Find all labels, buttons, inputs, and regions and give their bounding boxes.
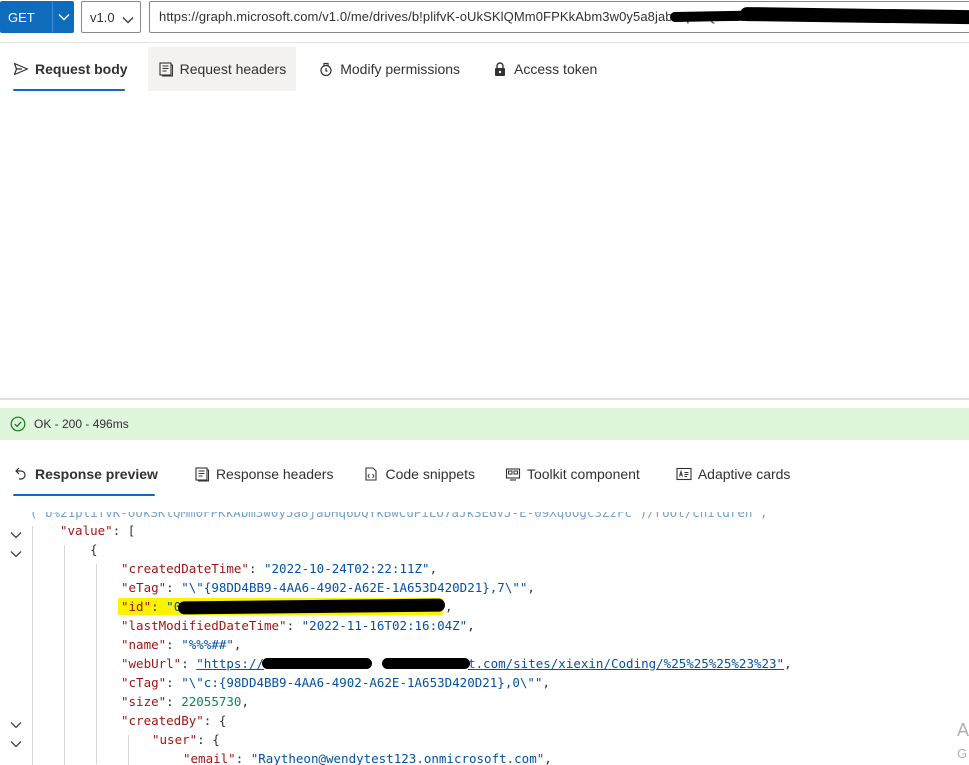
response-status-bar: OK - 200 - 496ms [0, 408, 969, 440]
http-method-dropdown[interactable]: GET [0, 1, 74, 33]
json-line: "name": "%%%##", [121, 637, 242, 652]
json-key: "size" [121, 694, 167, 709]
tab-code-snippets[interactable]: Code snippets [353, 452, 485, 496]
request-body-editor[interactable] [0, 96, 969, 398]
json-line: "webUrl": "https:// t.com/sites/xiexin/C… [121, 656, 792, 671]
adaptive-card-icon [676, 466, 692, 482]
json-key: "value" [60, 523, 113, 538]
json-string: "2022-11-16T02:16:04Z" [301, 618, 468, 633]
json-line: { [0, 540, 969, 559]
json-key: "webUrl" [121, 656, 182, 671]
json-line: "size": 22055730, [121, 694, 249, 709]
json-key: "createdDateTime" [121, 561, 249, 576]
json-string: "\"{98DD4BB9-4AA6-4902-A62E-1A653D420D21… [181, 580, 528, 595]
json-line: "cTag": "\"c:{98DD4BB9-4AA6-4902-A62E-1A… [121, 675, 550, 690]
json-key: "createdBy" [121, 713, 204, 728]
json-string: "Raytheon@wendytest123.onmicrosoft.com" [250, 751, 545, 765]
undo-arrow-icon [13, 466, 29, 482]
tab-label: Modify permissions [340, 61, 461, 77]
overlay-letter: A [957, 720, 969, 740]
redaction-mark [262, 658, 372, 669]
json-link[interactable]: "https:// [196, 656, 264, 671]
tab-label: Toolkit component [526, 466, 640, 482]
chevron-down-icon [122, 12, 134, 27]
http-method-label: GET [8, 9, 35, 25]
divider [0, 42, 969, 43]
tab-label: Code snippets [385, 466, 475, 482]
tab-label: Request body [35, 61, 128, 77]
chevron-down-icon [53, 13, 74, 21]
code-snippet-icon [363, 466, 379, 482]
tab-adaptive-cards[interactable]: Adaptive cards [666, 452, 801, 496]
json-line: "lastModifiedDateTime": "2022-11-16T02:1… [121, 618, 475, 633]
redaction-mark [382, 658, 470, 669]
json-line: "createdBy": { [0, 711, 969, 730]
api-version-label: v1.0 [90, 9, 115, 25]
tab-response-preview[interactable]: Response preview [0, 452, 168, 496]
json-line: "eTag": "\"{98DD4BB9-4AA6-4902-A62E-1A65… [121, 580, 535, 595]
json-key: "lastModifiedDateTime" [121, 618, 287, 633]
tab-access-token[interactable]: Access token [482, 47, 607, 91]
tab-toolkit-component[interactable]: Toolkit component [495, 452, 650, 496]
send-icon [13, 61, 29, 77]
json-number: 22055730 [181, 694, 242, 709]
json-string: "2022-10-24T02:22:11Z" [264, 561, 430, 576]
tab-label: Response preview [35, 466, 158, 482]
response-tabs: Response preview Response headers Code s… [0, 452, 804, 496]
json-key: "cTag" [121, 675, 167, 690]
headers-icon [194, 466, 210, 482]
request-tabs: Request body Request headers Modify perm… [0, 47, 611, 91]
tab-label: Adaptive cards [697, 466, 791, 482]
tab-label: Access token [514, 61, 598, 77]
headers-icon [158, 61, 174, 77]
pane-splitter[interactable] [0, 398, 969, 400]
tab-modify-permissions[interactable]: Modify permissions [308, 47, 470, 91]
json-string: "%%%##" [181, 637, 234, 652]
redaction-mark [177, 598, 446, 615]
json-line: "user": { [0, 730, 969, 749]
tab-response-headers[interactable]: Response headers [184, 452, 344, 496]
response-json-viewer[interactable]: ('b%21plifvK-oUkSKlQMm0FPKkAbm3w0y5a8jab… [0, 512, 969, 765]
json-link[interactable]: t.com/sites/xiexin/Coding/%25%25%25%23%2… [468, 656, 784, 671]
tab-label: Response headers [215, 466, 334, 482]
permissions-icon [318, 61, 334, 77]
json-key: "email" [183, 751, 236, 765]
json-key: "name" [121, 637, 167, 652]
json-key: "id" [121, 599, 152, 614]
lock-icon [492, 61, 508, 77]
json-string: "\"c:{98DD4BB9-4AA6-4902-A62E-1A653D420D… [181, 675, 543, 690]
tab-request-body[interactable]: Request body [0, 47, 138, 91]
success-check-icon [10, 416, 26, 432]
api-version-dropdown[interactable]: v1.0 [81, 1, 141, 33]
json-line: "id": "01 , [0, 597, 969, 616]
json-line: "email": "Raytheon@wendytest123.onmicros… [183, 751, 552, 765]
json-key: "eTag" [121, 580, 167, 595]
request-url-input[interactable]: https://graph.microsoft.com/v1.0/me/driv… [149, 1, 969, 33]
json-line: "createdDateTime": "2022-10-24T02:22:11Z… [121, 561, 438, 576]
request-bar: GET v1.0 https://graph.microsoft.com/v1.… [0, 0, 969, 36]
tab-request-headers[interactable]: Request headers [147, 47, 297, 91]
status-text: OK - 200 - 496ms [34, 417, 129, 431]
overlay-letter: G [957, 746, 968, 761]
tab-label: Request headers [179, 61, 287, 77]
json-key: "user" [152, 732, 198, 747]
json-line: "value": [ [0, 521, 969, 540]
toolkit-icon [505, 466, 521, 482]
